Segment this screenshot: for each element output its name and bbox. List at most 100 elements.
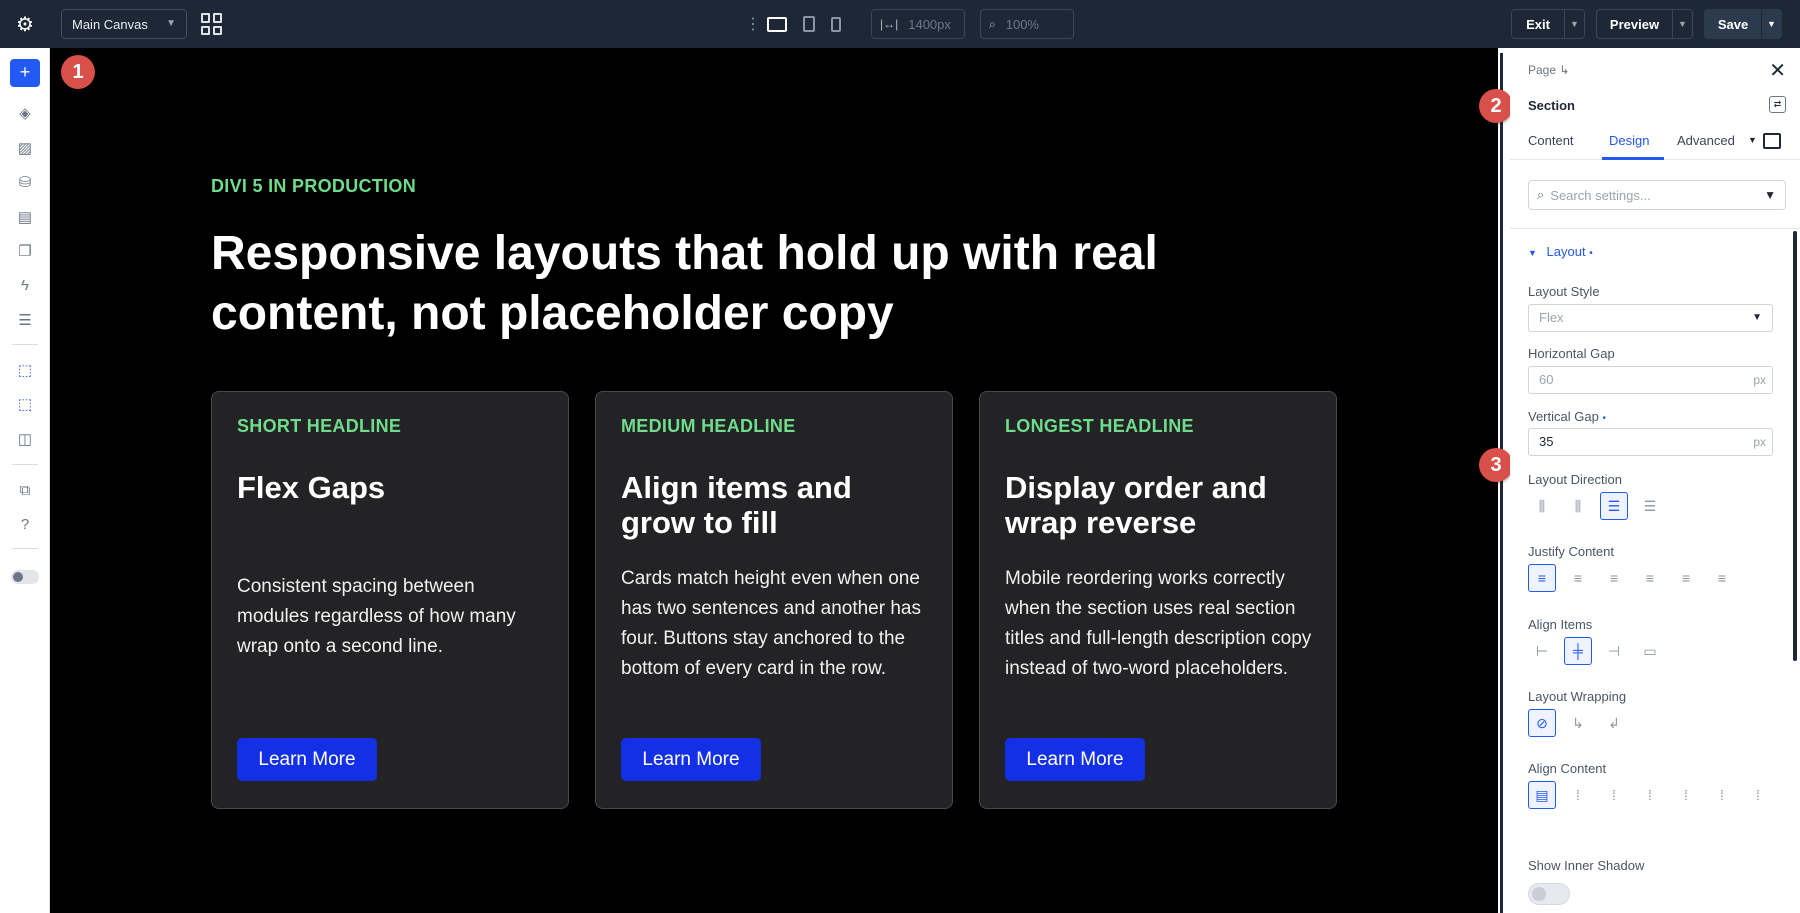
- feature-card[interactable]: MEDIUM HEADLINE Align items and grow to …: [595, 391, 953, 809]
- exit-dropdown-icon[interactable]: ▼: [1564, 10, 1584, 38]
- grid-view-icon[interactable]: [201, 13, 223, 35]
- align-content-start-icon[interactable]: ▤: [1528, 781, 1556, 809]
- mode-toggle[interactable]: [11, 570, 39, 584]
- presets-icon[interactable]: ▤: [15, 207, 35, 227]
- tab-advanced[interactable]: Advanced: [1677, 133, 1735, 148]
- feature-card[interactable]: SHORT HEADLINE Flex Gaps Consistent spac…: [211, 391, 569, 809]
- vertical-gap-label-text: Vertical Gap: [1528, 409, 1599, 424]
- direction-row-icon[interactable]: ⫼: [1528, 492, 1556, 520]
- chevron-down-icon: ▼: [1752, 312, 1762, 323]
- responsive-icon[interactable]: ◫: [15, 429, 35, 449]
- layout-section-label: Layout: [1546, 244, 1586, 259]
- more-vertical-icon[interactable]: ⋮: [745, 14, 761, 34]
- horizontal-gap-input[interactable]: 60 px: [1528, 366, 1773, 394]
- step-badge: 2: [1479, 89, 1513, 123]
- add-icon[interactable]: +: [10, 59, 40, 87]
- align-content-stretch-icon[interactable]: ⁞: [1744, 781, 1772, 809]
- canvas-select[interactable]: Main Canvas ▼: [61, 9, 187, 39]
- unit-label: px: [1753, 435, 1766, 449]
- caret-down-icon: ▼: [1528, 248, 1537, 258]
- zoom-field[interactable]: ⌕ 100%: [980, 9, 1074, 39]
- direction-row-reverse-icon[interactable]: ⫼: [1564, 492, 1592, 520]
- wrap-icon[interactable]: ↳: [1564, 709, 1592, 737]
- justify-start-icon[interactable]: ≡: [1528, 564, 1556, 592]
- align-content-evenly-icon[interactable]: ⁞: [1708, 781, 1736, 809]
- align-content-options: ▤ ⁞ ⁞ ⁞ ⁞ ⁞ ⁞: [1528, 781, 1772, 809]
- gear-icon[interactable]: ⚙: [0, 0, 50, 48]
- filter-icon[interactable]: ▼: [1764, 188, 1776, 202]
- step-badge: 1: [61, 55, 95, 89]
- direction-column-icon[interactable]: ☰: [1600, 492, 1628, 520]
- step-badge: 3: [1479, 448, 1513, 482]
- align-content-around-icon[interactable]: ⁞: [1672, 781, 1700, 809]
- justify-end-icon[interactable]: ≡: [1600, 564, 1628, 592]
- canvas-select-label: Main Canvas: [72, 16, 148, 32]
- layout-section-toggle[interactable]: ▼ Layout •: [1528, 244, 1593, 259]
- panel-title: Section: [1528, 98, 1575, 113]
- preview-button[interactable]: Preview ▼: [1596, 9, 1693, 39]
- preview-label: Preview: [1609, 16, 1660, 32]
- canvas-width-field[interactable]: |↔| 1400px: [871, 9, 965, 39]
- windows-icon[interactable]: ⧉: [15, 480, 35, 500]
- select-multiple-icon[interactable]: ⬚: [15, 394, 35, 414]
- card-title: Align items and grow to fill: [621, 470, 852, 540]
- lightning-icon[interactable]: ϟ: [15, 275, 35, 295]
- search-settings-input[interactable]: ⌕ Search settings... ▼: [1528, 180, 1786, 210]
- close-icon[interactable]: ✕: [1769, 58, 1786, 83]
- layers-icon[interactable]: ◈: [15, 103, 35, 123]
- tablet-view-icon[interactable]: [803, 16, 815, 32]
- layout-style-select[interactable]: Flex ▼: [1528, 304, 1773, 332]
- exit-button[interactable]: Exit ▼: [1511, 9, 1585, 39]
- no-wrap-icon[interactable]: ⊘: [1528, 709, 1556, 737]
- direction-column-reverse-icon[interactable]: ☰: [1636, 492, 1664, 520]
- settings-panel: Page ↳ ✕ Section ⇄ Content Design Advanc…: [1510, 48, 1800, 913]
- layout-direction-options: ⫼ ⫼ ☰ ☰: [1528, 492, 1664, 520]
- phone-view-icon[interactable]: [831, 16, 841, 32]
- tab-design[interactable]: Design: [1609, 133, 1649, 148]
- align-content-between-icon[interactable]: ⁞: [1636, 781, 1664, 809]
- preset-box-icon[interactable]: [1763, 133, 1781, 149]
- vertical-gap-label: Vertical Gap •: [1528, 409, 1606, 424]
- card-kicker: SHORT HEADLINE: [237, 416, 402, 436]
- inner-shadow-toggle[interactable]: [1528, 883, 1570, 905]
- justify-around-icon[interactable]: ≡: [1672, 564, 1700, 592]
- align-items-options: ⊢ ╪ ⊣ ▭: [1528, 637, 1664, 665]
- panel-tabs: Content Design Advanced ▼: [1510, 120, 1800, 160]
- tabs-dropdown-icon[interactable]: ▼: [1748, 135, 1757, 145]
- align-content-end-icon[interactable]: ⁞: [1600, 781, 1628, 809]
- feature-card[interactable]: LONGEST HEADLINE Display order and wrap …: [979, 391, 1337, 809]
- save-dropdown-icon[interactable]: ▼: [1761, 10, 1781, 38]
- learn-more-button[interactable]: Learn More: [237, 738, 377, 781]
- align-content-label: Align Content: [1528, 761, 1607, 776]
- help-icon[interactable]: ?: [15, 514, 35, 534]
- panel-options-icon[interactable]: ⇄: [1769, 96, 1786, 113]
- tab-content[interactable]: Content: [1528, 133, 1574, 148]
- align-end-icon[interactable]: ⊣: [1600, 637, 1628, 665]
- card-title: Flex Gaps: [237, 470, 386, 505]
- justify-between-icon[interactable]: ≡: [1636, 564, 1664, 592]
- align-start-icon[interactable]: ⊢: [1528, 637, 1556, 665]
- justify-evenly-icon[interactable]: ≡: [1708, 564, 1736, 592]
- database-icon[interactable]: ⛁: [15, 172, 35, 192]
- align-stretch-icon[interactable]: ▭: [1636, 637, 1664, 665]
- select-element-icon[interactable]: ⬚: [15, 360, 35, 380]
- breadcrumb[interactable]: Page ↳: [1528, 63, 1569, 77]
- learn-more-button[interactable]: Learn More: [1005, 738, 1145, 781]
- card-body: Cards match height even when one has two…: [621, 568, 921, 679]
- wrap-reverse-icon[interactable]: ↲: [1600, 709, 1628, 737]
- justify-center-icon[interactable]: ≡: [1564, 564, 1592, 592]
- layout-style-value: Flex: [1539, 310, 1564, 325]
- learn-more-button[interactable]: Learn More: [621, 738, 761, 781]
- save-button[interactable]: Save ▼: [1704, 9, 1782, 39]
- panel-scrollbar[interactable]: [1793, 231, 1797, 661]
- preview-dropdown-icon[interactable]: ▼: [1672, 10, 1692, 38]
- list-icon[interactable]: ☰: [15, 310, 35, 330]
- desktop-view-icon[interactable]: [767, 16, 787, 32]
- align-content-center-icon[interactable]: ⁞: [1564, 781, 1592, 809]
- align-center-icon[interactable]: ╪: [1564, 637, 1592, 665]
- pages-icon[interactable]: ❐: [15, 241, 35, 261]
- vertical-gap-input[interactable]: 35 px: [1528, 428, 1773, 456]
- modified-dot: •: [1602, 413, 1606, 424]
- card-kicker: LONGEST HEADLINE: [1005, 416, 1194, 436]
- design-library-icon[interactable]: ▨: [15, 138, 35, 158]
